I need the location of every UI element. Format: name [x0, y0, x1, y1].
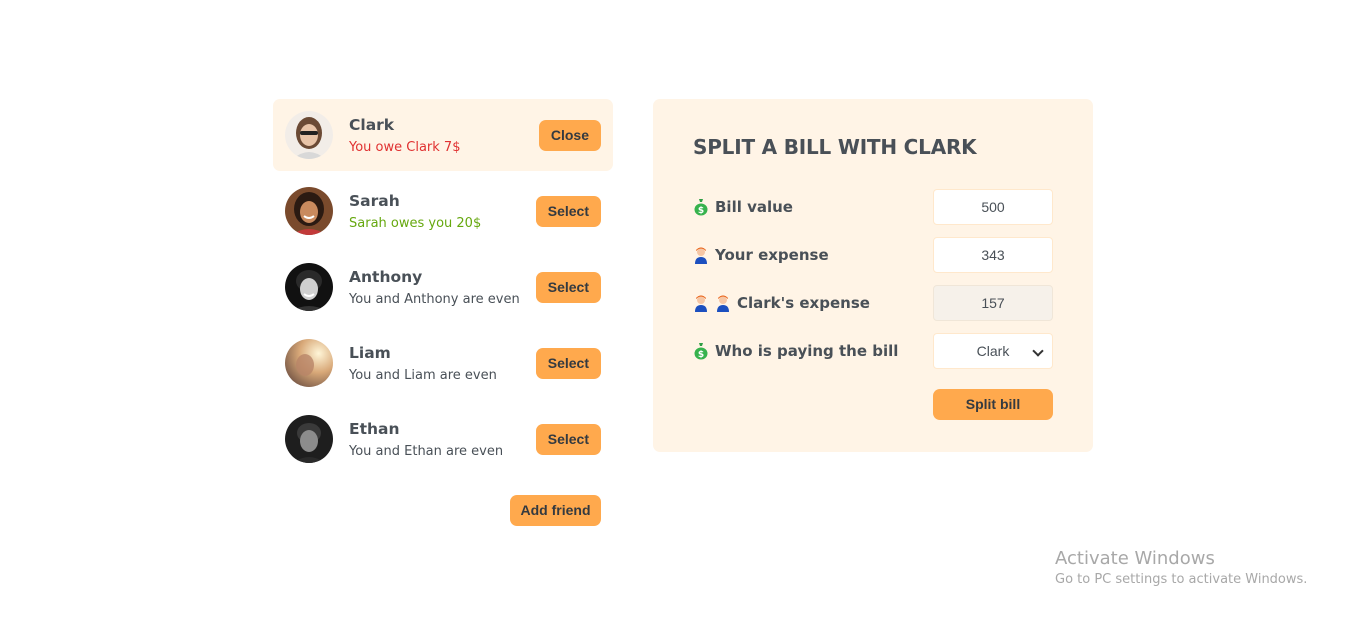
friend-expense-label: Clark's expense [737, 294, 870, 312]
friend-item-liam: Liam You and Liam are even Select [273, 327, 613, 399]
friend-balance: You and Anthony are even [349, 292, 520, 307]
friend-name: Anthony [349, 268, 423, 286]
select-button[interactable]: Select [535, 424, 601, 455]
submit-row: Split bill [693, 389, 1053, 425]
watermark-title: Activate Windows [1055, 548, 1215, 569]
payer-row: $ Who is paying the bill Clark [693, 333, 1053, 369]
person-icon [693, 294, 709, 312]
your-expense-row: Your expense 343 [693, 237, 1053, 273]
select-button[interactable]: Select [535, 348, 601, 379]
friend-item-ethan: Ethan You and Ethan are even Select [273, 403, 613, 475]
friend-balance: You and Ethan are even [349, 444, 504, 459]
money-bag-icon: $ [693, 198, 709, 216]
person-icon [715, 294, 731, 312]
payer-select[interactable]: Clark [933, 333, 1053, 369]
add-friend-button[interactable]: Add friend [510, 495, 601, 526]
avatar [285, 263, 333, 311]
watermark-subtitle: Go to PC settings to activate Windows. [1055, 572, 1308, 587]
avatar [285, 415, 333, 463]
split-bill-button[interactable]: Split bill [933, 389, 1053, 420]
your-expense-label: Your expense [715, 246, 829, 264]
friend-expense-row: Clark's expense 157 [693, 285, 1053, 321]
friend-balance: You owe Clark 7$ [349, 140, 461, 155]
friend-item-sarah: Sarah Sarah owes you 20$ Select [273, 175, 613, 247]
close-button[interactable]: Close [538, 120, 601, 151]
bill-value-row: $ Bill value 500 [693, 189, 1053, 225]
svg-text:$: $ [698, 206, 704, 216]
friend-name: Liam [349, 344, 391, 362]
split-bill-form: SPLIT A BILL WITH CLARK $ Bill value 500… [653, 99, 1093, 452]
bill-value-label: Bill value [715, 198, 793, 216]
avatar [285, 187, 333, 235]
friends-list: Clark You owe Clark 7$ Close Sarah Sarah… [273, 99, 613, 526]
select-button[interactable]: Select [535, 272, 601, 303]
friend-balance: Sarah owes you 20$ [349, 216, 482, 231]
payer-selected-value: Clark [976, 343, 1010, 359]
avatar [285, 339, 333, 387]
friend-name: Sarah [349, 192, 400, 210]
bill-value-input[interactable]: 500 [933, 189, 1053, 225]
person-icon [693, 246, 709, 264]
avatar [285, 111, 333, 159]
friend-balance: You and Liam are even [349, 368, 497, 383]
form-title: SPLIT A BILL WITH CLARK [693, 135, 977, 159]
payer-label: Who is paying the bill [715, 342, 899, 360]
activation-watermark: Activate Windows Go to PC settings to ac… [1055, 548, 1307, 587]
friend-item-clark: Clark You owe Clark 7$ Close [273, 99, 613, 171]
chevron-down-icon [1032, 345, 1044, 357]
money-bag-icon: $ [693, 342, 709, 360]
svg-text:$: $ [698, 350, 704, 360]
your-expense-input[interactable]: 343 [933, 237, 1053, 273]
friend-item-anthony: Anthony You and Anthony are even Select [273, 251, 613, 323]
select-button[interactable]: Select [535, 196, 601, 227]
friend-expense-input: 157 [933, 285, 1053, 321]
friend-name: Ethan [349, 420, 400, 438]
friend-name: Clark [349, 116, 395, 134]
